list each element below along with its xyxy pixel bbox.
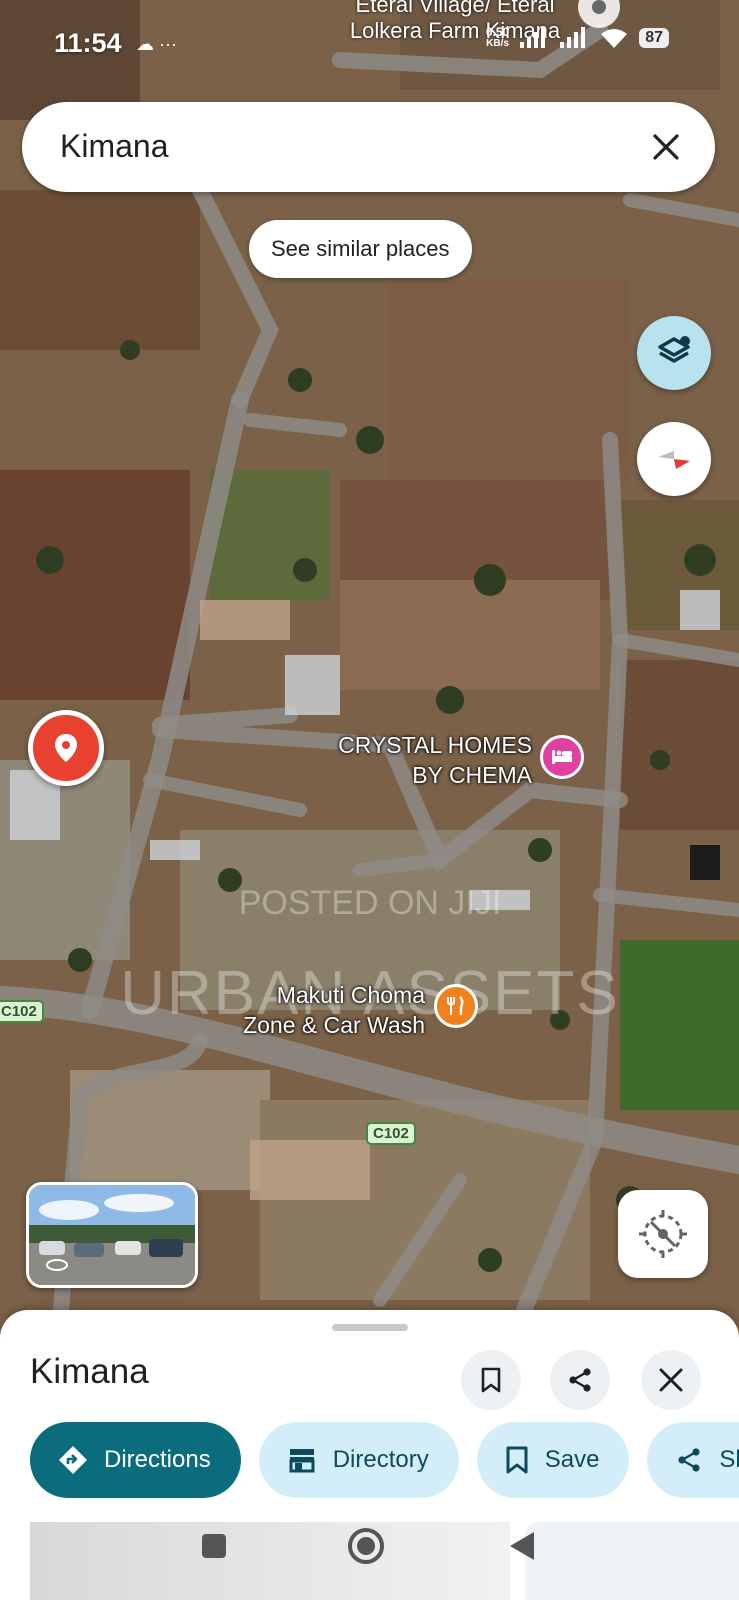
share-button[interactable] — [550, 1350, 610, 1410]
rotate-360-icon — [46, 1259, 68, 1271]
close-icon — [659, 1368, 683, 1392]
layers-icon — [658, 336, 690, 363]
status-bar: 11:54 ☁ ··· 0.50 KB/s 87 — [0, 0, 739, 92]
system-nav-bar — [0, 1500, 739, 1600]
directions-button[interactable]: Directions — [30, 1422, 241, 1498]
my-location-button[interactable] — [618, 1190, 708, 1278]
network-speed-unit: KB/s — [486, 38, 509, 49]
search-query[interactable]: Kimana — [60, 128, 169, 165]
status-time: 11:54 — [54, 28, 122, 58]
share-pill-button[interactable]: Sh — [647, 1422, 739, 1498]
directory-button[interactable]: Directory — [258, 1422, 459, 1498]
save-bookmark-button[interactable] — [461, 1350, 521, 1410]
home-button[interactable] — [344, 1524, 388, 1568]
circle-icon — [348, 1528, 384, 1564]
directory-label: Directory — [332, 1446, 429, 1473]
signal-icon — [520, 27, 546, 48]
wifi-icon — [601, 29, 628, 48]
share-icon — [678, 1448, 701, 1472]
network-speed: 0.50 KB/s — [486, 26, 509, 50]
signal-icon-2 — [560, 27, 586, 48]
action-chips-row[interactable]: Directions Directory Save Sh — [30, 1422, 739, 1498]
store-icon — [289, 1449, 315, 1473]
poi-label-line: Makuti Choma — [276, 982, 425, 1008]
watermark-posted-on: POSTED ON JIJI — [238, 884, 502, 922]
poi-label-line: BY CHEMA — [412, 762, 532, 788]
recents-button[interactable] — [192, 1524, 236, 1568]
poi-label-makuti-choma[interactable]: Makuti Choma Zone & Car Wash — [200, 980, 425, 1040]
bookmark-icon — [506, 1446, 528, 1474]
battery-level: 87 — [639, 28, 669, 48]
directions-icon — [59, 1446, 87, 1474]
place-title: Kimana — [30, 1352, 149, 1391]
hotel-bed-icon[interactable] — [540, 735, 584, 779]
drag-handle[interactable] — [332, 1324, 408, 1331]
bookmark-icon — [481, 1367, 501, 1393]
compass-icon — [658, 451, 690, 469]
poi-label-line: CRYSTAL HOMES — [338, 732, 532, 758]
network-speed-value: 0.50 — [485, 25, 510, 39]
restaurant-icon[interactable] — [434, 984, 478, 1028]
poi-label-line: Zone & Car Wash — [243, 1012, 425, 1038]
close-sheet-button[interactable] — [641, 1350, 701, 1410]
road-badge: C102 — [366, 1122, 416, 1145]
notification-icons: ☁ ··· — [136, 34, 177, 54]
triangle-back-icon — [510, 1532, 534, 1560]
save-label: Save — [544, 1446, 600, 1473]
road-badge: C102 — [0, 1000, 44, 1023]
clear-search-button[interactable] — [643, 124, 689, 170]
directions-label: Directions — [104, 1446, 211, 1473]
back-button[interactable] — [500, 1524, 544, 1568]
search-bar[interactable]: Kimana — [22, 102, 715, 192]
selected-place-pin[interactable] — [28, 710, 104, 786]
see-similar-places-chip[interactable]: See similar places — [249, 220, 472, 278]
poi-label-crystal-homes[interactable]: CRYSTAL HOMES BY CHEMA — [300, 730, 532, 790]
status-icons: 0.50 KB/s 87 — [486, 26, 669, 50]
close-icon — [653, 134, 679, 160]
location-off-icon — [639, 1210, 687, 1258]
street-view-thumbnail[interactable] — [26, 1182, 198, 1288]
compass-button[interactable] — [637, 422, 711, 496]
share-label: Sh — [719, 1446, 739, 1473]
save-button[interactable]: Save — [476, 1422, 630, 1498]
share-icon — [569, 1368, 591, 1392]
map-pin-icon — [55, 734, 77, 762]
layers-button[interactable] — [637, 316, 711, 390]
square-icon — [202, 1534, 226, 1558]
